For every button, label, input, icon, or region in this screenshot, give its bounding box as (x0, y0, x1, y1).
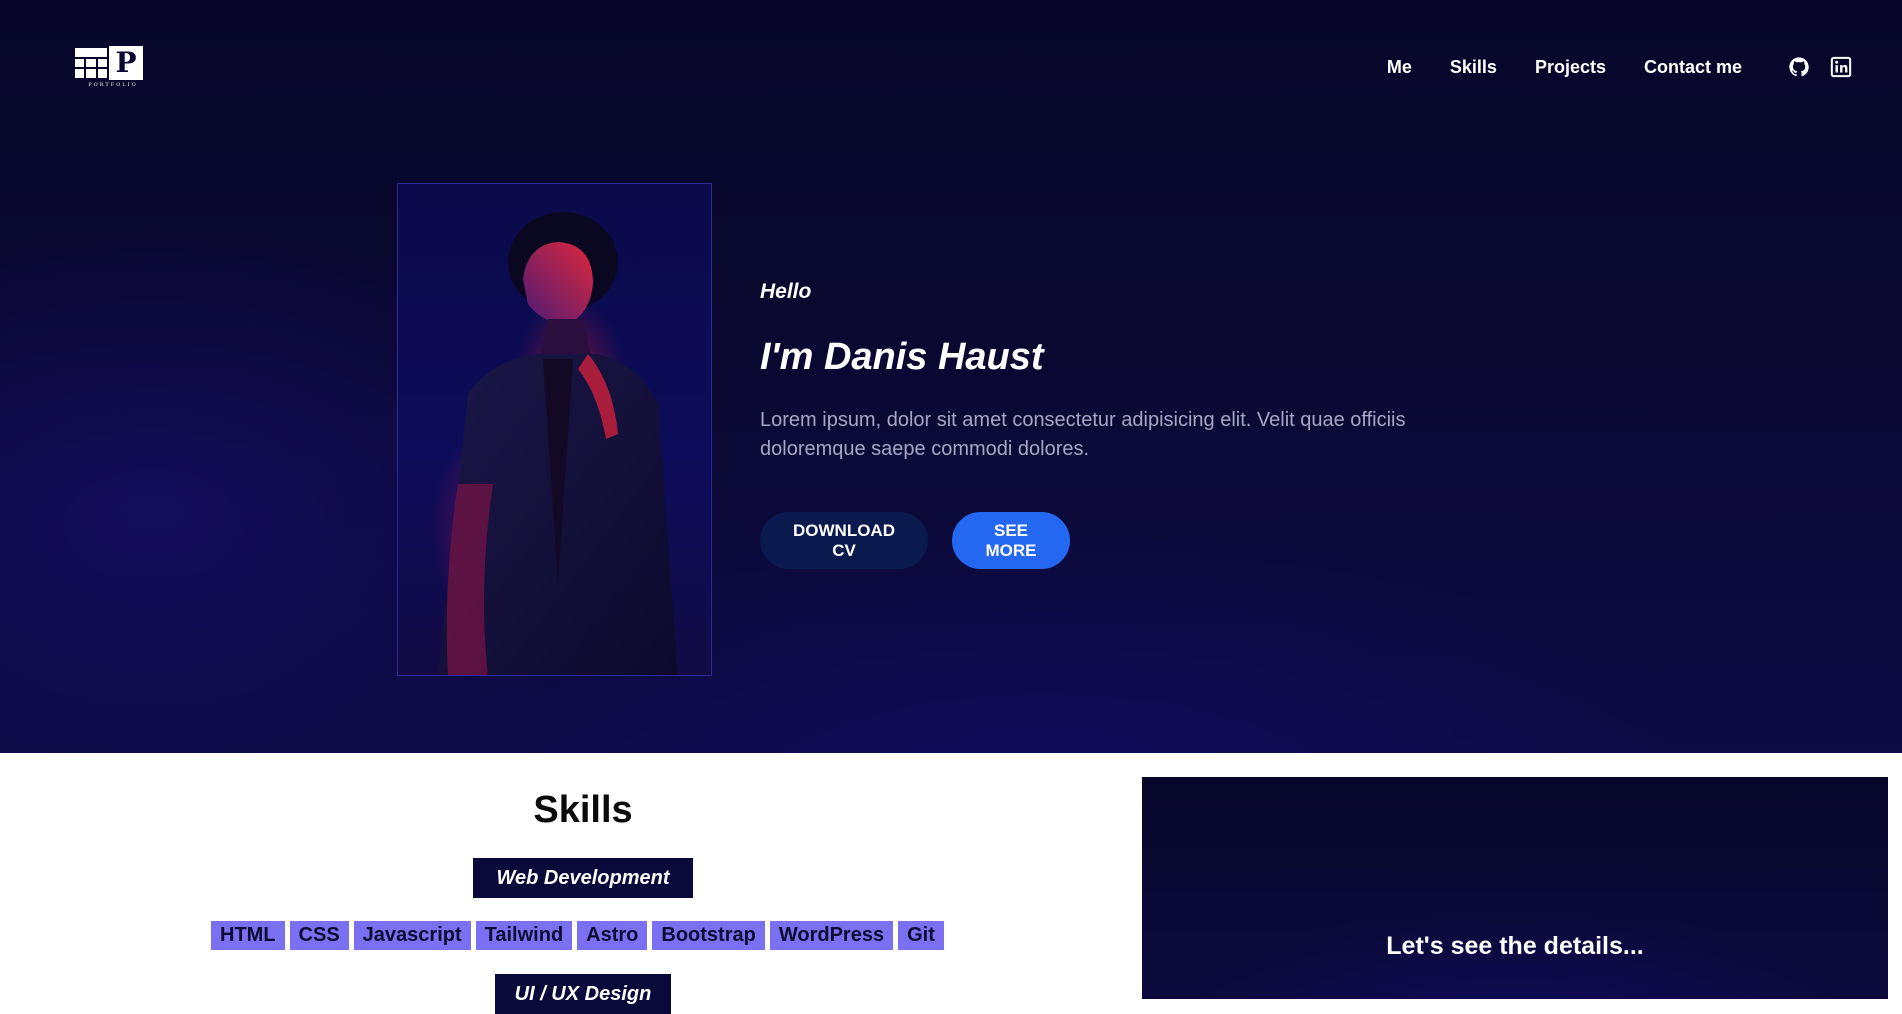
skills-section: Skills Web Development HTML CSS Javascri… (0, 753, 1142, 1014)
category-ui-ux-design: UI / UX Design (495, 974, 671, 1014)
category-web-development: Web Development (473, 858, 693, 898)
nav-link-skills[interactable]: Skills (1450, 57, 1497, 78)
portfolio-logo[interactable]: P PORTFOLIO (75, 46, 145, 90)
logo-letter: P (109, 46, 143, 80)
greeting-text: Hello (760, 280, 812, 303)
skill-tag-css: CSS (289, 921, 349, 950)
skill-tag-astro: Astro (577, 921, 648, 950)
nav-link-projects[interactable]: Projects (1535, 57, 1606, 78)
skill-tag-wordpress: WordPress (769, 921, 894, 950)
linkedin-icon[interactable] (1830, 56, 1852, 78)
intro-block: Hello I'm Danis Haust Lorem ipsum, dolor… (760, 280, 1520, 569)
nav-link-contact[interactable]: Contact me (1644, 57, 1742, 78)
hero-name-heading: I'm Danis Haust (760, 336, 1044, 378)
hero-description: Lorem ipsum, dolor sit amet consectetur … (760, 409, 1406, 460)
hero-buttons: DOWNLOAD CV SEE MORE (760, 512, 1520, 569)
skill-tag-javascript: Javascript (353, 921, 471, 950)
skill-tag-git: Git (898, 921, 944, 950)
profile-photo (397, 183, 712, 676)
github-icon[interactable] (1788, 56, 1810, 78)
social-links (1788, 56, 1852, 78)
main-nav: Me Skills Projects Contact me (1387, 54, 1902, 80)
skill-tag-bootstrap: Bootstrap (652, 921, 765, 950)
skills-heading: Skills (533, 789, 633, 831)
logo-grid-mark (75, 48, 107, 78)
nav-link-me[interactable]: Me (1387, 57, 1412, 78)
skill-tag-tailwind: Tailwind (475, 921, 573, 950)
hero-section: P PORTFOLIO Me Skills Projects Contact m… (0, 0, 1902, 753)
download-cv-button[interactable]: DOWNLOAD CV (760, 512, 928, 569)
details-heading: Let's see the details... (1386, 932, 1644, 960)
details-card[interactable]: Let's see the details... (1142, 777, 1888, 999)
skill-tag-html: HTML (211, 921, 285, 950)
web-skill-tags: HTML CSS Javascript Tailwind Astro Boots… (211, 921, 949, 950)
see-more-button[interactable]: SEE MORE (952, 512, 1070, 569)
logo-text: PORTFOLIO (88, 82, 138, 88)
